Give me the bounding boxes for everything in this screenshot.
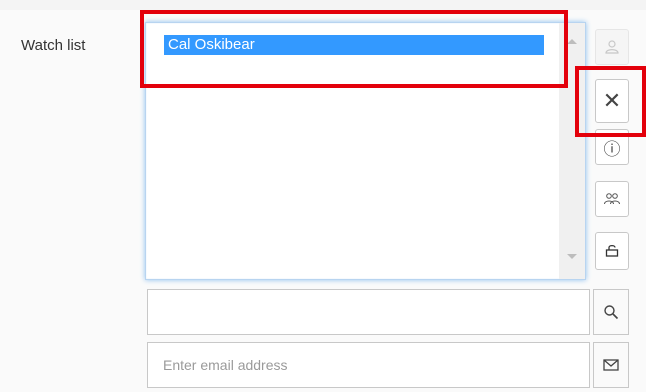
- add-user-icon: [605, 40, 619, 54]
- watch-list-listbox[interactable]: Cal Oskibear: [145, 22, 586, 280]
- add-user-button[interactable]: [595, 29, 629, 65]
- scroll-up-arrow-icon[interactable]: [567, 39, 577, 44]
- search-input[interactable]: [147, 289, 590, 335]
- watch-list-label: Watch list: [21, 37, 86, 54]
- info-button[interactable]: ⓘ: [595, 129, 629, 165]
- search-icon: [604, 305, 619, 320]
- remove-button[interactable]: ✕: [595, 79, 629, 123]
- list-item[interactable]: Cal Oskibear: [164, 35, 544, 55]
- list-scrollbar[interactable]: [559, 23, 585, 279]
- send-email-button[interactable]: [593, 342, 629, 388]
- unlock-icon: [605, 244, 619, 257]
- mail-icon: [603, 359, 619, 371]
- search-button[interactable]: [593, 289, 629, 335]
- lock-button[interactable]: [595, 232, 629, 270]
- email-field[interactable]: [147, 342, 590, 388]
- info-icon: ⓘ: [603, 139, 621, 160]
- group-icon: [604, 193, 620, 205]
- group-button[interactable]: [595, 181, 629, 217]
- scroll-down-arrow-icon[interactable]: [567, 254, 577, 259]
- close-icon: ✕: [602, 88, 622, 114]
